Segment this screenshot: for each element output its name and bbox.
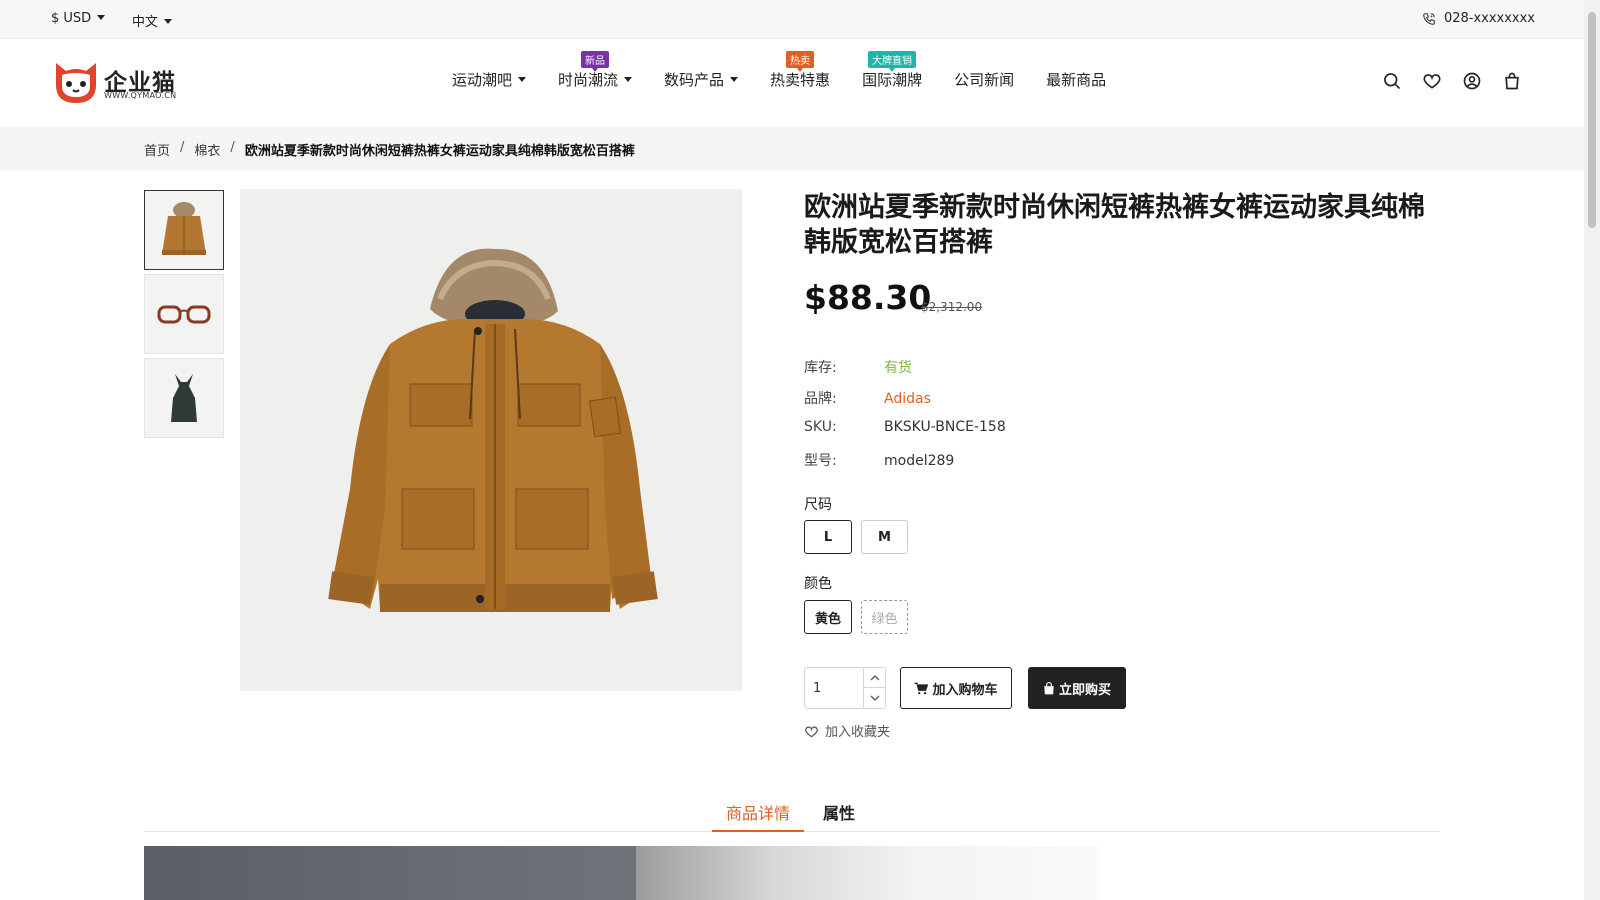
site-logo[interactable]: 企业猫 WWW.QYMAO.CN: [52, 59, 202, 105]
nav-item-label: 国际潮牌: [862, 71, 923, 89]
search-icon[interactable]: [1382, 71, 1402, 91]
color-option-green[interactable]: 绿色: [861, 600, 908, 634]
scrollbar-thumb[interactable]: [1588, 12, 1596, 228]
heart-icon[interactable]: [1422, 71, 1442, 91]
phone-number: 028-xxxxxxxx: [1443, 11, 1535, 26]
thumbnail-glasses[interactable]: [144, 274, 224, 354]
size-option-m[interactable]: M: [861, 520, 908, 554]
brand-label: 品牌:: [804, 391, 837, 407]
quantity-decrement[interactable]: [863, 688, 885, 708]
logo-url: WWW.QYMAO.CN: [104, 91, 177, 100]
breadcrumb-category[interactable]: 棉衣: [194, 140, 220, 159]
hot-badge: 热卖: [786, 51, 815, 72]
product-price: $88.30: [804, 278, 932, 317]
quantity-increment[interactable]: [863, 668, 885, 688]
brand-link[interactable]: Adidas: [884, 391, 931, 407]
language-dropdown[interactable]: 中文: [132, 11, 173, 30]
breadcrumb-bar: 首页 / 棉衣 / 欧洲站夏季新款时尚休闲短裤热裤女裤运动家具纯棉韩版宽松百搭裤: [0, 127, 1584, 170]
phone-contact: 028-xxxxxxxx: [1422, 11, 1535, 26]
stock-value: 有货: [884, 360, 912, 376]
nav-item-label: 热卖特惠: [770, 71, 831, 89]
breadcrumb-separator: /: [180, 140, 185, 155]
cart-icon: [915, 682, 929, 694]
site-header: 企业猫 WWW.QYMAO.CN 运动潮吧 新品 时尚潮流 数码产品 热卖 热卖…: [0, 39, 1584, 127]
jacket-thumbnail-image: [162, 202, 206, 255]
add-to-cart-label: 加入购物车: [932, 682, 998, 698]
jacket-image: [328, 248, 658, 612]
model-row: 型号: model289: [804, 450, 954, 470]
glasses-thumbnail-image: [157, 305, 211, 324]
brand-row: 品牌: Adidas: [804, 388, 931, 408]
thumbnail-jacket[interactable]: [144, 190, 224, 270]
buy-now-button[interactable]: 立即购买: [1028, 667, 1126, 709]
breadcrumb: 首页 / 棉衣 / 欧洲站夏季新款时尚休闲短裤热裤女裤运动家具纯棉韩版宽松百搭裤: [144, 140, 635, 159]
buy-now-label: 立即购买: [1058, 682, 1111, 698]
currency-label: $ USD: [51, 11, 92, 26]
size-label: 尺码: [804, 497, 832, 513]
currency-dropdown[interactable]: $ USD: [51, 11, 106, 26]
nav-item-label: 最新商品: [1046, 71, 1107, 89]
nav-item-label: 数码产品: [664, 71, 725, 89]
breadcrumb-separator: /: [230, 140, 235, 155]
model-label: 型号:: [804, 453, 837, 469]
user-icon[interactable]: [1462, 71, 1482, 91]
color-option-yellow[interactable]: 黄色: [804, 600, 852, 634]
size-option-l[interactable]: L: [804, 520, 852, 554]
sku-value: BKSKU-BNCE-158: [884, 419, 1006, 435]
nav-item-new-products[interactable]: 最新商品: [1046, 69, 1106, 90]
stock-row: 库存: 有货: [804, 357, 912, 377]
chevron-down-icon: [97, 15, 106, 20]
chevron-up-icon: [870, 674, 879, 680]
nav-item-label: 时尚潮流: [558, 71, 619, 89]
nav-item-intl-brands[interactable]: 大牌直销 国际潮牌: [862, 51, 923, 90]
chevron-down-icon: [624, 77, 633, 82]
top-bar: $ USD 中文 028-xxxxxxxx: [0, 0, 1584, 39]
bag-icon[interactable]: [1502, 71, 1522, 91]
header-actions: [1382, 71, 1522, 91]
language-label: 中文: [132, 15, 159, 30]
nav-item-hot-deals[interactable]: 热卖 热卖特惠: [770, 51, 831, 90]
dress-thumbnail-image: [171, 374, 197, 422]
product-detail-image: [144, 846, 1099, 900]
nav-item-digital[interactable]: 数码产品: [664, 69, 739, 90]
nav-item-label: 运动潮吧: [452, 71, 513, 89]
product-tabs: 商品详情 属性: [144, 800, 1440, 832]
sku-label: SKU:: [804, 419, 837, 435]
chevron-down-icon: [870, 695, 879, 701]
add-to-cart-button[interactable]: 加入购物车: [900, 667, 1012, 709]
heart-outline-icon: [805, 725, 818, 737]
phone-icon: [1423, 12, 1435, 25]
breadcrumb-current: 欧洲站夏季新款时尚休闲短裤热裤女裤运动家具纯棉韩版宽松百搭裤: [244, 144, 635, 159]
add-to-favorites-link[interactable]: 加入收藏夹: [804, 721, 890, 740]
thumbnail-dress[interactable]: [144, 358, 224, 438]
brand-direct-badge: 大牌直销: [868, 51, 917, 72]
nav-item-sports[interactable]: 运动潮吧: [452, 69, 527, 90]
chevron-down-icon: [164, 19, 173, 24]
sku-row: SKU: BKSKU-BNCE-158: [804, 419, 1006, 435]
add-to-favorites-label: 加入收藏夹: [825, 725, 891, 740]
color-label: 颜色: [804, 576, 832, 592]
product-title: 欧洲站夏季新款时尚休闲短裤热裤女裤运动家具纯棉韩版宽松百搭裤: [804, 192, 1425, 258]
main-nav: 运动潮吧 新品 时尚潮流 数码产品 热卖 热卖特惠 大牌直销 国际潮牌 公司新闻…: [452, 51, 1106, 90]
chevron-down-icon: [518, 77, 527, 82]
nav-item-company-news[interactable]: 公司新闻: [954, 69, 1014, 90]
main-product-image[interactable]: [240, 189, 742, 691]
model-value: model289: [884, 453, 955, 469]
chevron-down-icon: [730, 77, 739, 82]
quantity-input[interactable]: [805, 668, 863, 708]
quantity-stepper: [804, 667, 886, 709]
nav-item-label: 公司新闻: [954, 71, 1015, 89]
cat-logo-icon: [56, 63, 96, 103]
tab-details[interactable]: 商品详情: [712, 800, 805, 832]
detail-image-right: [636, 846, 1099, 900]
stock-label: 库存:: [804, 360, 837, 376]
shopping-bag-icon: [1044, 681, 1054, 694]
page-scrollbar[interactable]: [1584, 0, 1600, 900]
original-price: $2,312.00: [921, 300, 983, 314]
breadcrumb-home[interactable]: 首页: [144, 140, 170, 159]
new-badge: 新品: [581, 51, 610, 72]
tab-attributes[interactable]: 属性: [809, 800, 869, 832]
nav-item-fashion[interactable]: 新品 时尚潮流: [558, 51, 633, 90]
detail-image-left: [144, 846, 636, 900]
